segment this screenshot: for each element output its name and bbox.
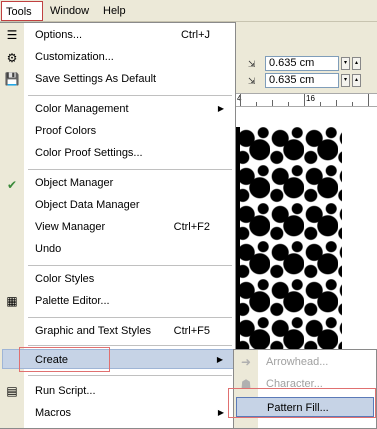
menu-item-label: Color Management [35, 103, 129, 115]
nudge-x-spinner-icon[interactable]: ▴ [352, 57, 361, 70]
menu-item-color-proof-settings[interactable]: Color Proof Settings... [24, 143, 234, 163]
menu-separator [28, 345, 232, 346]
options-icon: ☰ [6, 28, 18, 42]
nudge-x-dropdown-icon[interactable]: ▾ [341, 57, 350, 70]
nudge-x-icon: ⇲ [248, 59, 256, 69]
menu-item-color-management[interactable]: Color Management ▶ [24, 99, 234, 119]
menu-item-label: Color Proof Settings... [35, 147, 143, 159]
checkmark-icon: ✔ [6, 178, 18, 192]
menu-item-macros[interactable]: Macros ▶ [24, 403, 234, 423]
ruler-tick [272, 100, 273, 106]
save-icon: 💾 [4, 72, 20, 86]
menu-item-label: Undo [35, 243, 62, 255]
menu-tools[interactable]: Tools [1, 1, 43, 21]
create-callout-outline [19, 347, 110, 372]
arrowhead-icon: ➜ [240, 355, 252, 369]
menu-item-proof-colors[interactable]: Proof Colors [24, 121, 234, 141]
menu-item-palette-editor[interactable]: Palette Editor... [24, 291, 234, 311]
menu-item-label: Run Script... [35, 385, 96, 397]
submenu-item-label: Arrowhead... [266, 356, 329, 368]
menu-item-customization[interactable]: Customization... [24, 47, 234, 67]
menu-item-label: Options... [35, 29, 83, 41]
palette-icon: ▦ [6, 294, 18, 308]
nudge-x-field[interactable]: 0.635 cm [265, 56, 339, 71]
menu-item-label: Macros [35, 407, 72, 419]
menu-item-shortcut: Ctrl+F5 [173, 325, 210, 337]
standard-toolbar [236, 22, 377, 53]
menu-window[interactable]: Window [46, 3, 93, 20]
menu-item-undo[interactable]: Undo [24, 239, 234, 259]
ruler-label: 16 [306, 94, 315, 103]
pattern-fill-callout-outline [228, 388, 376, 418]
menu-item-color-styles[interactable]: Color Styles [24, 269, 234, 289]
customization-icon: ⚙ [6, 51, 18, 65]
menu-item-label: Palette Editor... [35, 295, 110, 307]
horizontal-ruler: 4 16 [236, 93, 377, 107]
menu-separator [28, 265, 232, 266]
menu-separator [28, 169, 232, 170]
menu-separator [28, 317, 232, 318]
menu-item-options[interactable]: Options... Ctrl+J [24, 25, 234, 45]
menu-item-label: Customization... [35, 51, 114, 63]
menu-item-object-manager[interactable]: Object Manager [24, 173, 234, 193]
nudge-y-dropdown-icon[interactable]: ▾ [341, 74, 350, 87]
menu-item-save-settings[interactable]: Save Settings As Default [24, 69, 234, 89]
ruler-tick [352, 102, 353, 106]
submenu-arrow-icon: ▶ [217, 104, 224, 113]
menu-separator [28, 95, 232, 96]
nudge-y-field[interactable]: 0.635 cm [265, 73, 339, 88]
ruler-tick [368, 94, 369, 106]
menu-item-graphic-text-styles[interactable]: Graphic and Text Styles Ctrl+F5 [24, 321, 234, 341]
menu-item-label: Color Styles [35, 273, 95, 285]
menu-item-run-script[interactable]: Run Script... [24, 381, 234, 401]
menu-item-label: Save Settings As Default [35, 73, 157, 85]
menu-item-label: Proof Colors [35, 125, 97, 137]
menu-item-label: Object Data Manager [35, 199, 140, 211]
menubar: Tools Window Help [0, 0, 377, 22]
ruler-tick [240, 94, 241, 106]
ruler-tick [336, 100, 337, 106]
script-icon: ▤ [6, 384, 18, 398]
menu-item-label: View Manager [35, 221, 106, 233]
menu-item-shortcut: Ctrl+J [180, 29, 210, 41]
menu-item-object-data-manager[interactable]: Object Data Manager [24, 195, 234, 215]
nudge-y-spinner-icon[interactable]: ▴ [352, 74, 361, 87]
submenu-item-arrowhead[interactable]: Arrowhead... [258, 352, 374, 372]
menu-help[interactable]: Help [99, 3, 130, 20]
nudge-y-icon: ⇲ [248, 76, 256, 86]
menu-item-shortcut: Ctrl+F2 [173, 221, 210, 233]
ruler-tick [320, 102, 321, 106]
ruler-tick [256, 102, 257, 106]
ruler-tick [288, 102, 289, 106]
menu-item-label: Graphic and Text Styles [35, 325, 151, 337]
menu-item-view-manager[interactable]: View Manager Ctrl+F2 [24, 217, 234, 237]
submenu-arrow-icon: ▶ [216, 355, 223, 364]
menu-item-label: Object Manager [35, 177, 114, 189]
submenu-arrow-icon: ▶ [217, 408, 224, 417]
menu-separator [28, 375, 232, 376]
ruler-tick [304, 94, 305, 106]
